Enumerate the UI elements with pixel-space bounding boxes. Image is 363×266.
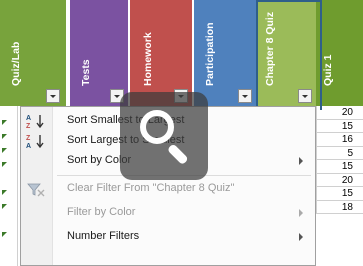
magnifier-icon (140, 110, 174, 144)
submenu-arrow-icon (299, 209, 303, 217)
submenu-arrow-icon (299, 157, 303, 165)
column-header-tests[interactable]: Tests (70, 0, 128, 106)
submenu-arrow-icon (299, 233, 303, 241)
table-cell[interactable]: 15 (316, 187, 363, 201)
clear-filter-icon (25, 181, 47, 197)
spreadsheet: Quiz/Lab Tests Homework Participation Ch… (0, 0, 363, 266)
filter-dropdown-button[interactable] (46, 89, 60, 103)
error-indicator-icon (2, 204, 7, 209)
column-header-homework[interactable]: Homework (130, 0, 192, 106)
column-label: Tests (80, 59, 92, 86)
svg-text:Z: Z (26, 123, 31, 129)
table-cell[interactable]: 5 (316, 146, 363, 160)
column-header-participation[interactable]: Participation (194, 0, 256, 106)
column-label: Participation (204, 22, 216, 86)
column-header-quiz-1[interactable]: Quiz 1 (316, 0, 363, 106)
svg-text:Z: Z (26, 135, 31, 142)
table-cell[interactable]: 15 (316, 160, 363, 174)
menu-item-number-filters[interactable]: Number Filters (21, 227, 315, 247)
menu-item-label: Clear Filter From "Chapter 8 Quiz" (67, 182, 235, 194)
table-cell[interactable]: 20 (316, 106, 363, 120)
menu-item-label: Filter by Color (67, 206, 136, 218)
menu-item-filter-by-color[interactable]: Filter by Color (21, 203, 315, 223)
table-cell[interactable]: 16 (316, 133, 363, 147)
menu-item-label: Number Filters (67, 230, 140, 242)
error-indicator-icon (2, 162, 7, 167)
column-label: Quiz/Lab (10, 41, 22, 86)
column-label: Quiz 1 (322, 54, 334, 86)
column-label: Homework (142, 32, 154, 86)
sort-descending-icon: ZA (25, 133, 47, 150)
error-indicator-icon (2, 134, 7, 139)
column-header-quiz-lab[interactable]: Quiz/Lab (0, 0, 66, 106)
table-cell[interactable]: 18 (316, 200, 363, 214)
table-cell[interactable]: 15 (316, 119, 363, 133)
error-indicator-icon (2, 232, 7, 237)
menu-item-clear-filter[interactable]: Clear Filter From "Chapter 8 Quiz" (21, 179, 315, 199)
magnifier-handle (166, 143, 189, 166)
filter-dropdown-button[interactable] (238, 89, 252, 103)
error-indicator-icon (2, 120, 7, 125)
sort-ascending-icon: AZ (25, 113, 47, 130)
active-column-outline (256, 0, 322, 110)
svg-text:A: A (26, 143, 31, 149)
table-cell[interactable]: 20 (316, 173, 363, 187)
quiz-1-values: 20 15 16 5 15 20 15 18 (316, 106, 363, 214)
error-indicator-icon (2, 190, 7, 195)
magnifier-overlay (120, 92, 208, 180)
svg-text:A: A (26, 115, 31, 122)
row-markers (0, 106, 18, 266)
error-indicator-icon (2, 148, 7, 153)
